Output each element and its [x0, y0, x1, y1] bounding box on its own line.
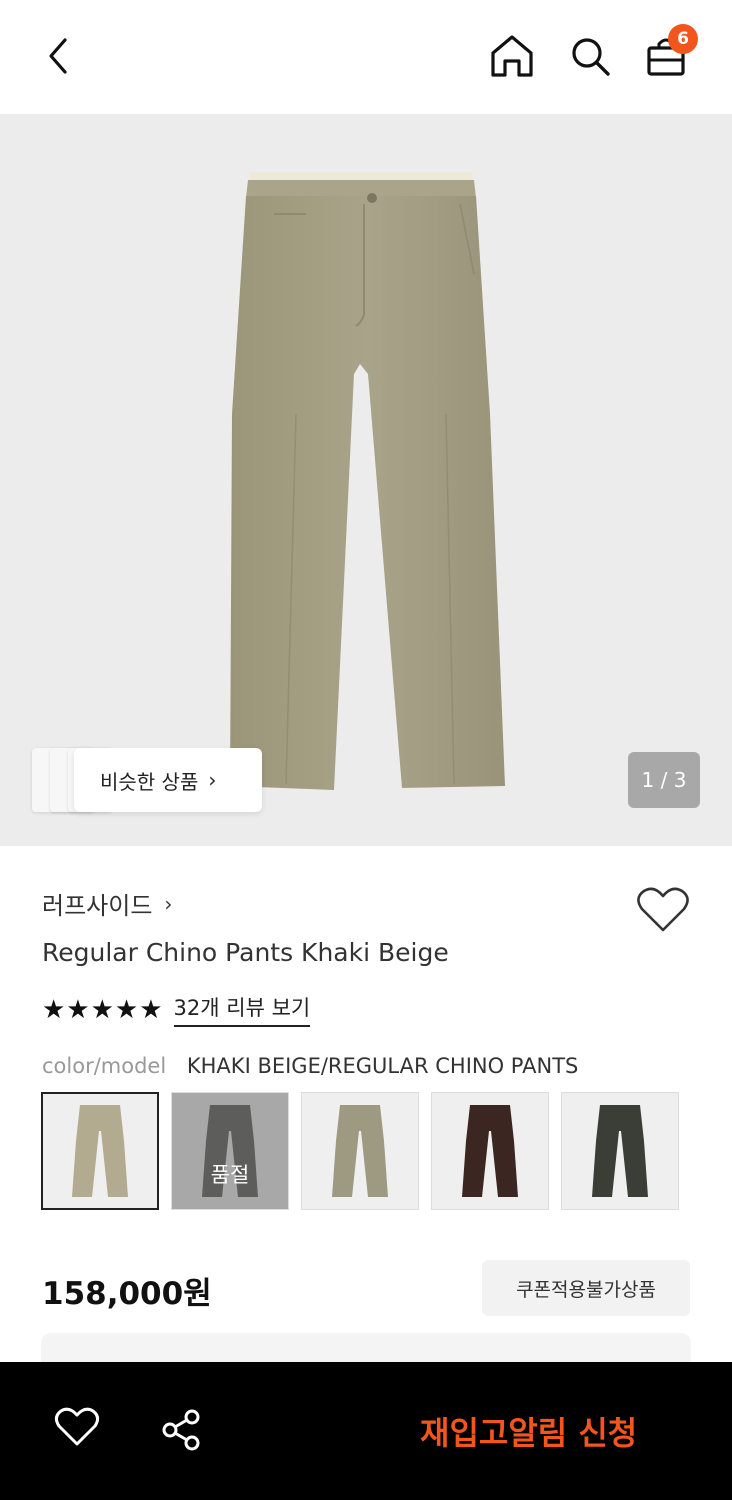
product-image-carousel[interactable]: 1 / 3 [0, 114, 732, 846]
rating-row: ★★★★★ 32개 리뷰 보기 [42, 992, 311, 1027]
cart-count-badge: 6 [668, 24, 698, 54]
top-bar: 6 [0, 0, 732, 114]
sold-out-label: 품절 [172, 1093, 288, 1209]
wishlist-heart-icon[interactable] [636, 886, 690, 934]
color-swatches: 품절 [41, 1092, 691, 1210]
carousel-pager: 1 / 3 [628, 752, 700, 808]
share-icon[interactable] [160, 1408, 204, 1456]
color-model-key: color/model [42, 1054, 167, 1078]
home-icon[interactable] [486, 30, 538, 82]
swatch-pants-image [592, 1105, 648, 1197]
color-model-value: KHAKI BEIGE/REGULAR CHINO PANTS [186, 1054, 579, 1078]
color-swatch[interactable] [561, 1092, 679, 1210]
swatch-pants-image [332, 1105, 388, 1197]
swatch-pants-image [462, 1105, 518, 1197]
search-icon[interactable] [564, 30, 616, 82]
swatch-pants-image [72, 1105, 128, 1197]
similar-products-button[interactable]: 비슷한 상품 › [32, 748, 262, 812]
similar-products-label: 비슷한 상품 [100, 769, 199, 794]
restock-notify-button[interactable]: 재입고알림 신청 [420, 1408, 637, 1454]
color-model-row: color/model KHAKI BEIGE/REGULAR CHINO PA… [42, 1054, 578, 1078]
reviews-link[interactable]: 32개 리뷰 보기 [173, 992, 311, 1027]
product-image [230, 172, 505, 790]
color-swatch[interactable] [431, 1092, 549, 1210]
price: 158,000원 [42, 1276, 212, 1312]
chevron-right-icon: › [208, 768, 217, 792]
chevron-right-icon: › [164, 891, 173, 916]
star-rating: ★★★★★ [42, 994, 164, 1025]
color-swatch[interactable] [41, 1092, 159, 1210]
bottom-heart-icon[interactable] [54, 1407, 100, 1451]
coupon-badge: 쿠폰적용불가상품 [482, 1260, 690, 1316]
color-swatch[interactable] [301, 1092, 419, 1210]
brand-link[interactable]: 러프사이드 › [42, 886, 172, 921]
brand-name: 러프사이드 [42, 892, 153, 920]
back-arrow-icon[interactable] [34, 30, 86, 82]
product-title: Regular Chino Pants Khaki Beige [42, 938, 449, 967]
color-swatch[interactable]: 품절 [171, 1092, 289, 1210]
